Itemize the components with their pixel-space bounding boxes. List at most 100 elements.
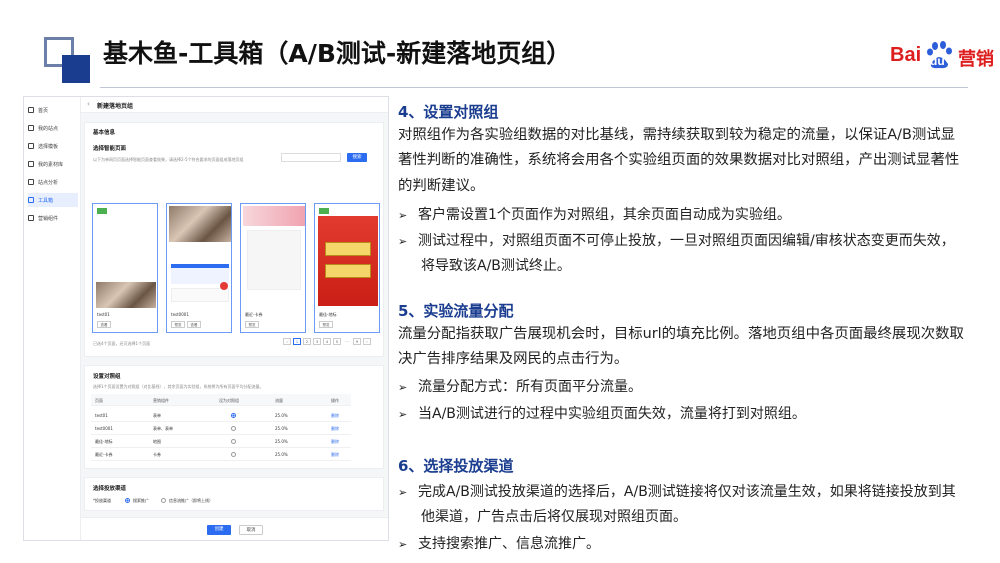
chart-icon bbox=[28, 179, 34, 185]
bullet-arrow-icon: ➢ bbox=[398, 209, 408, 222]
page-card[interactable]: 最近-卡券 预览 bbox=[240, 203, 306, 333]
footer-bar: 创建 取消 bbox=[81, 517, 388, 540]
cell-component: 表单 bbox=[153, 413, 161, 418]
nav-item-home[interactable]: 首页 bbox=[28, 103, 78, 117]
control-radio[interactable] bbox=[231, 426, 236, 431]
logo-bai: Bai bbox=[890, 44, 922, 66]
channel-radio-feed[interactable] bbox=[161, 498, 166, 503]
component-icon bbox=[28, 215, 34, 221]
page-tag bbox=[97, 208, 107, 214]
delete-link[interactable]: 删除 bbox=[331, 426, 339, 432]
page-ellipsis: … bbox=[345, 339, 349, 343]
select-pages-panel: 选择智能页面 以下为单网页页面选择智能页面查看效果，请选择2-5个符合要求的页面… bbox=[84, 137, 384, 357]
template-icon bbox=[28, 143, 34, 149]
section-hint: 选择1个页面设置为对照组（对比基线），其余页面为实验组，系统将为所有页面平均分配… bbox=[93, 384, 264, 389]
control-group-panel: 设置对照组 选择1个页面设置为对照组（对比基线），其余页面为实验组，系统将为所有… bbox=[84, 365, 384, 469]
column-header: 操作 bbox=[331, 398, 339, 403]
logo-du: du bbox=[930, 54, 945, 68]
nav-item-components[interactable]: 营销组件 bbox=[28, 211, 78, 225]
title-decoration-fill bbox=[62, 55, 90, 83]
delete-link[interactable]: 删除 bbox=[331, 413, 339, 419]
table-header: 页面 营销组件 设为对照组 流量 操作 bbox=[91, 394, 351, 406]
section-6-heading: 6、选择投放渠道 bbox=[398, 457, 514, 475]
card-name: 最佳-地标 bbox=[319, 312, 337, 317]
page-header: ‹ 新建落地页组 bbox=[81, 97, 388, 113]
page-prev[interactable]: ‹ bbox=[283, 338, 291, 345]
page-number[interactable]: 5 bbox=[333, 338, 341, 345]
card-name: test0001 bbox=[171, 312, 189, 317]
nav-label: 我的素材库 bbox=[38, 161, 64, 168]
section-6-bullet: ➢ 完成A/B测试投放渠道的选择后，A/B测试链接将仅对该流量生效，如果将链接投放… bbox=[398, 480, 956, 505]
section-title: 选择投放渠道 bbox=[93, 486, 127, 492]
prize-box bbox=[325, 242, 371, 256]
section-5-bullet: ➢ 流量分配方式：所有页面平分流量。 bbox=[398, 375, 642, 400]
card-button[interactable]: 预览 bbox=[171, 321, 185, 328]
baidu-marketing-logo: Bai du 营销 bbox=[890, 40, 995, 72]
back-icon[interactable]: ‹ bbox=[87, 100, 90, 108]
delete-link[interactable]: 删除 bbox=[331, 452, 339, 458]
table-row: 最近-卡券 卡券 25.0% 删除 bbox=[91, 449, 351, 461]
card-button[interactable]: 预览 bbox=[245, 321, 259, 328]
cell-page: test01 bbox=[95, 413, 108, 418]
card-name: test01 bbox=[97, 312, 110, 317]
card-button[interactable]: 查看 bbox=[97, 321, 111, 328]
control-radio[interactable] bbox=[231, 413, 236, 418]
channel-option-label: 搜索推广 bbox=[133, 498, 149, 503]
screenshot-new-landing-page-group: 首页 我的站点 选择模板 我的素材库 站点分析 工具箱 营销组件 ‹ 新建落地页… bbox=[23, 96, 389, 541]
nav-item-analytics[interactable]: 站点分析 bbox=[28, 175, 78, 189]
page-thumbnail bbox=[243, 206, 305, 226]
nav-label: 我的站点 bbox=[38, 125, 59, 132]
control-radio[interactable] bbox=[231, 439, 236, 444]
section-4-paragraph: 的判断建议。 bbox=[398, 178, 485, 194]
channel-radio-search[interactable] bbox=[125, 498, 130, 503]
home-icon bbox=[28, 107, 34, 113]
page-number[interactable]: 1 bbox=[293, 338, 301, 345]
control-radio[interactable] bbox=[231, 452, 236, 457]
page-card[interactable]: test0001 预览 查看 bbox=[166, 203, 232, 333]
page-number[interactable]: 9 bbox=[353, 338, 361, 345]
page-card[interactable]: test01 查看 bbox=[92, 203, 158, 333]
bullet-text: 流量分配方式：所有页面平分流量。 bbox=[418, 379, 642, 395]
prize-box bbox=[325, 264, 371, 278]
page-next[interactable]: › bbox=[363, 338, 371, 345]
card-button[interactable]: 查看 bbox=[187, 321, 201, 328]
column-header: 页面 bbox=[95, 398, 103, 403]
section-title: 选择智能页面 bbox=[93, 146, 127, 152]
page-tag bbox=[319, 208, 329, 214]
cancel-button[interactable]: 取消 bbox=[239, 525, 263, 535]
search-button[interactable]: 搜索 bbox=[347, 153, 367, 162]
page-number[interactable]: 4 bbox=[323, 338, 331, 345]
section-4-bullet: ➢ 测试过程中，对照组页面不可停止投放，一旦对照组页面因编辑/审核状态变更而失效， bbox=[398, 229, 955, 254]
bullet-text: 支持搜索推广、信息流推广。 bbox=[418, 536, 600, 552]
bullet-arrow-icon: ➢ bbox=[398, 408, 408, 421]
nav-item-templates[interactable]: 选择模板 bbox=[28, 139, 78, 153]
bullet-text: 测试过程中，对照组页面不可停止投放，一旦对照组页面因编辑/审核状态变更而失效， bbox=[418, 233, 955, 249]
page-card[interactable]: 最佳-地标 预览 bbox=[314, 203, 380, 333]
page-number[interactable]: 2 bbox=[303, 338, 311, 345]
section-5-bullet: ➢ 当A/B测试进行的过程中实验组页面失效，流量将打到对照组。 bbox=[398, 402, 806, 427]
badge-icon bbox=[220, 282, 228, 290]
table-row: 最佳-地标 地图 25.0% 删除 bbox=[91, 436, 351, 448]
cell-page: 最近-卡券 bbox=[95, 452, 113, 457]
search-input[interactable] bbox=[281, 153, 341, 162]
column-header: 设为对照组 bbox=[219, 398, 239, 403]
bullet-arrow-icon: ➢ bbox=[398, 486, 408, 499]
nav-item-materials[interactable]: 我的素材库 bbox=[28, 157, 78, 171]
channel-option-label: 信息流推广（即将上线） bbox=[169, 498, 213, 503]
bullet-text: 客户需设置1个页面作为对照组，其余页面自动成为实验组。 bbox=[418, 207, 791, 223]
cell-component: 地图 bbox=[153, 439, 161, 444]
page-thumbnail bbox=[247, 230, 301, 290]
delete-link[interactable]: 删除 bbox=[331, 439, 339, 445]
section-4-paragraph: 对照组作为各实验组数据的对比基线，需持续获取到较为稳定的流量，以保证A/B测试显 bbox=[398, 127, 956, 143]
image-icon bbox=[28, 161, 34, 167]
create-button[interactable]: 创建 bbox=[207, 525, 231, 535]
nav-label: 工具箱 bbox=[38, 197, 54, 204]
nav-item-my-sites[interactable]: 我的站点 bbox=[28, 121, 78, 135]
form-preview bbox=[171, 264, 229, 284]
section-6-bullet-cont: 他渠道，广告点击后将仅展现对照组页面。 bbox=[421, 509, 687, 525]
nav-label: 首页 bbox=[38, 107, 49, 114]
form-preview bbox=[171, 288, 229, 302]
nav-item-toolbox[interactable]: 工具箱 bbox=[28, 193, 78, 207]
card-button[interactable]: 预览 bbox=[319, 321, 333, 328]
page-number[interactable]: 3 bbox=[313, 338, 321, 345]
